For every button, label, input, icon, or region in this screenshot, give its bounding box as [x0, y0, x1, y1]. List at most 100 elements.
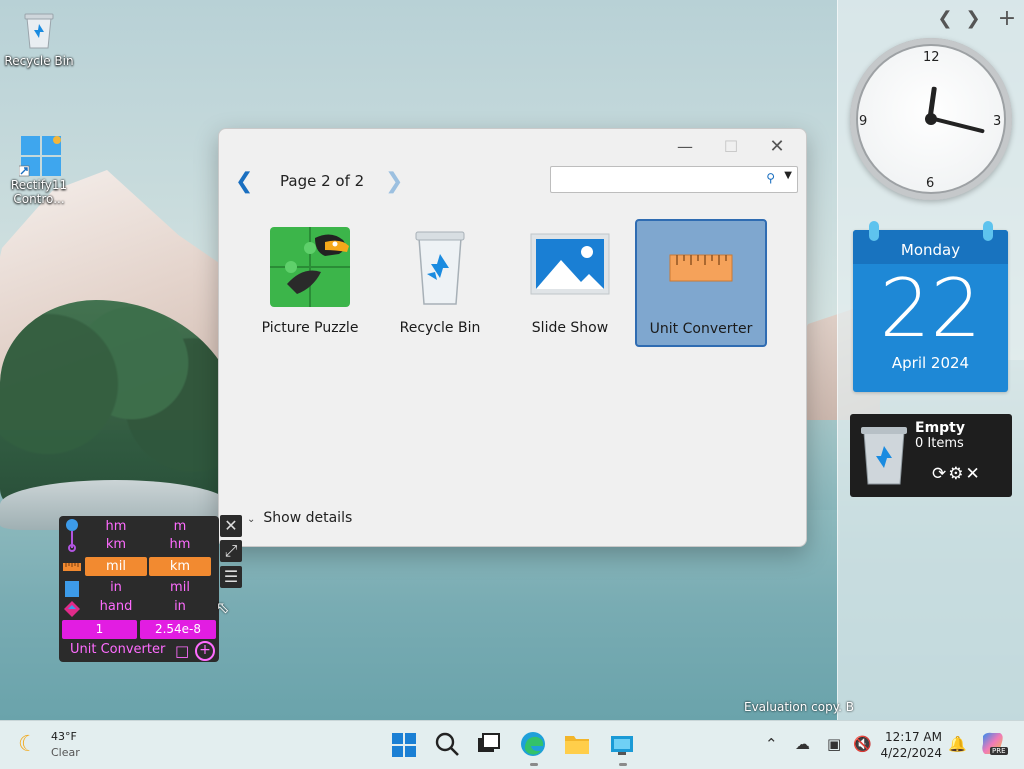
volume-category-icon[interactable] — [63, 580, 81, 598]
gadget-gallery-window: — ☐ ✕ ❮ Page 2 of 2 ❯ ⚲ ▼ Picture Puzzle — [218, 128, 807, 547]
show-details-toggle[interactable]: ⌄ Show details — [247, 510, 352, 526]
minimize-button[interactable]: — — [662, 133, 708, 161]
gadget-resize-icon[interactable]: ⤢ — [220, 540, 242, 562]
network-icon[interactable]: ▣ — [827, 735, 841, 753]
dropdown-arrow-icon[interactable]: ▼ — [784, 170, 792, 181]
task-view-icon[interactable] — [474, 730, 504, 760]
running-indicator — [619, 763, 627, 766]
unit-right[interactable]: mil — [149, 578, 211, 597]
calendar-ring — [983, 221, 993, 241]
next-page-button: ❯ — [385, 169, 404, 194]
unit-left[interactable]: in — [85, 578, 147, 597]
clock-center — [925, 113, 937, 125]
desktop-icon-label: Rectify11 Contro... — [10, 178, 68, 206]
gadgets-app-icon[interactable] — [608, 730, 638, 760]
taskbar-date: 4/22/2024 — [880, 746, 942, 760]
add-icon[interactable]: + — [195, 641, 215, 661]
windows-logo-icon — [18, 120, 61, 177]
page-indicator: Page 2 of 2 — [280, 172, 365, 190]
file-explorer-icon[interactable] — [563, 730, 593, 760]
search-icon[interactable]: ⚲ — [766, 171, 775, 185]
desktop-icon-recycle-bin[interactable]: Recycle Bin — [1, 10, 77, 68]
system-clock[interactable]: 12:17 AM 4/22/2024 — [880, 729, 942, 761]
notification-bell-icon[interactable]: 🔔 — [948, 735, 967, 753]
close-button[interactable]: ✕ — [754, 133, 800, 161]
unit-right-selected[interactable]: km — [149, 557, 211, 576]
gadget-label: Picture Puzzle — [261, 320, 359, 336]
gadget-search-input[interactable] — [555, 167, 759, 192]
empty-bin-close-icon[interactable]: ✕ — [966, 464, 982, 484]
settings-icon[interactable]: ⚙ — [948, 464, 965, 484]
clock-number: 12 — [923, 50, 940, 65]
search-taskbar-icon[interactable] — [433, 730, 463, 760]
gadget-search-box[interactable]: ⚲ ▼ — [550, 166, 798, 193]
previous-page-button[interactable]: ❮ — [235, 169, 253, 194]
unit-left[interactable]: hm — [85, 517, 147, 536]
recycle-bin-icon — [860, 424, 908, 486]
calendar-gadget[interactable]: Monday 22 April 2024 — [853, 221, 1008, 392]
maximize-button: ☐ — [723, 137, 739, 156]
input-value-field[interactable]: 1 — [62, 620, 137, 639]
weather-temp: 43°F — [51, 730, 77, 743]
running-indicator — [530, 763, 538, 766]
monitor-icon[interactable]: □ — [175, 642, 189, 660]
unit-left-selected[interactable]: mil — [85, 557, 147, 576]
ruler-category-icon[interactable] — [63, 558, 81, 576]
length-category-icon[interactable] — [63, 518, 81, 552]
unit-converter-gadget: hm m km hm mil km in mil hand in 1 2.54e… — [59, 516, 219, 662]
gadget-drag-handle-icon[interactable]: ☰ — [220, 566, 242, 588]
picture-puzzle-icon — [269, 226, 351, 308]
onedrive-icon[interactable]: ☁ — [795, 735, 810, 753]
calendar-ring — [869, 221, 879, 241]
edge-browser-icon[interactable] — [519, 730, 549, 760]
gadget-label: Slide Show — [531, 320, 609, 336]
unit-row-selected: mil km — [85, 557, 215, 576]
unit-right[interactable]: m — [149, 517, 211, 536]
sidebar-next-icon[interactable]: ❯ — [962, 8, 984, 30]
desktop-icon-label: Recycle Bin — [4, 54, 74, 68]
copilot-pre-badge: PRE — [990, 747, 1008, 755]
desktop-icon-rectify11[interactable]: Rectify11 Contro... — [1, 106, 77, 220]
weather-condition: Clear — [51, 746, 80, 759]
recycle-bin-gadget[interactable]: Empty 0 Items ⟳⚙✕ — [850, 414, 1012, 497]
clock-gadget[interactable]: 12 3 6 9 — [850, 38, 1012, 200]
output-value-field[interactable]: 2.54e-8 — [140, 620, 216, 639]
unit-row: km hm — [85, 535, 215, 554]
gadget-sidebar: ❮ ❯ + 12 3 6 9 Monday 22 April 2024 Empt… — [837, 0, 1024, 720]
unit-row: hm m — [85, 517, 215, 536]
clock-number: 3 — [993, 114, 1002, 129]
copilot-icon[interactable]: PRE — [980, 730, 1010, 760]
taskbar: ☾ 43°F Clear ⌃ ☁ ▣ 🔇 12:17 AM 4/22/2024 … — [0, 720, 1024, 769]
show-details-label: Show details — [263, 510, 353, 526]
add-gadget-icon[interactable]: + — [996, 8, 1018, 30]
gadget-unit-converter[interactable]: Unit Converter — [635, 219, 767, 347]
clock-minute-hand — [929, 116, 985, 134]
unit-right[interactable]: in — [149, 597, 211, 616]
recycle-bin-icon — [19, 10, 59, 50]
weight-category-icon[interactable] — [63, 600, 81, 618]
clock-number: 6 — [926, 176, 935, 191]
refresh-icon[interactable]: ⟳ — [932, 464, 948, 484]
gadget-close-icon[interactable]: ✕ — [220, 515, 242, 537]
recycle-bin-count: 0 Items — [915, 436, 964, 451]
volume-muted-icon[interactable]: 🔇 — [853, 735, 872, 753]
unit-left[interactable]: km — [85, 535, 147, 554]
start-button[interactable] — [389, 730, 419, 760]
gadget-picture-puzzle[interactable]: Picture Puzzle — [246, 220, 374, 344]
ruler-icon — [660, 227, 742, 309]
gadget-label: Recycle Bin — [399, 320, 481, 336]
slide-show-icon — [529, 226, 611, 308]
chevron-down-icon: ⌄ — [247, 514, 256, 525]
recycle-bin-icon — [399, 226, 481, 308]
unit-right[interactable]: hm — [149, 535, 211, 554]
gadget-label: Unit Converter — [649, 321, 753, 337]
unit-converter-title: Unit Converter — [70, 642, 166, 657]
gadget-recycle-bin[interactable]: Recycle Bin — [376, 220, 504, 344]
unit-left[interactable]: hand — [85, 597, 147, 616]
sidebar-prev-icon[interactable]: ❮ — [934, 8, 956, 30]
show-hidden-icons-button[interactable]: ⌃ — [765, 735, 778, 753]
recycle-bin-status: Empty — [915, 420, 965, 436]
gadget-slide-show[interactable]: Slide Show — [506, 220, 634, 344]
evaluation-watermark: Evaluation copy. B — [744, 700, 854, 714]
clock-number: 9 — [859, 114, 868, 129]
